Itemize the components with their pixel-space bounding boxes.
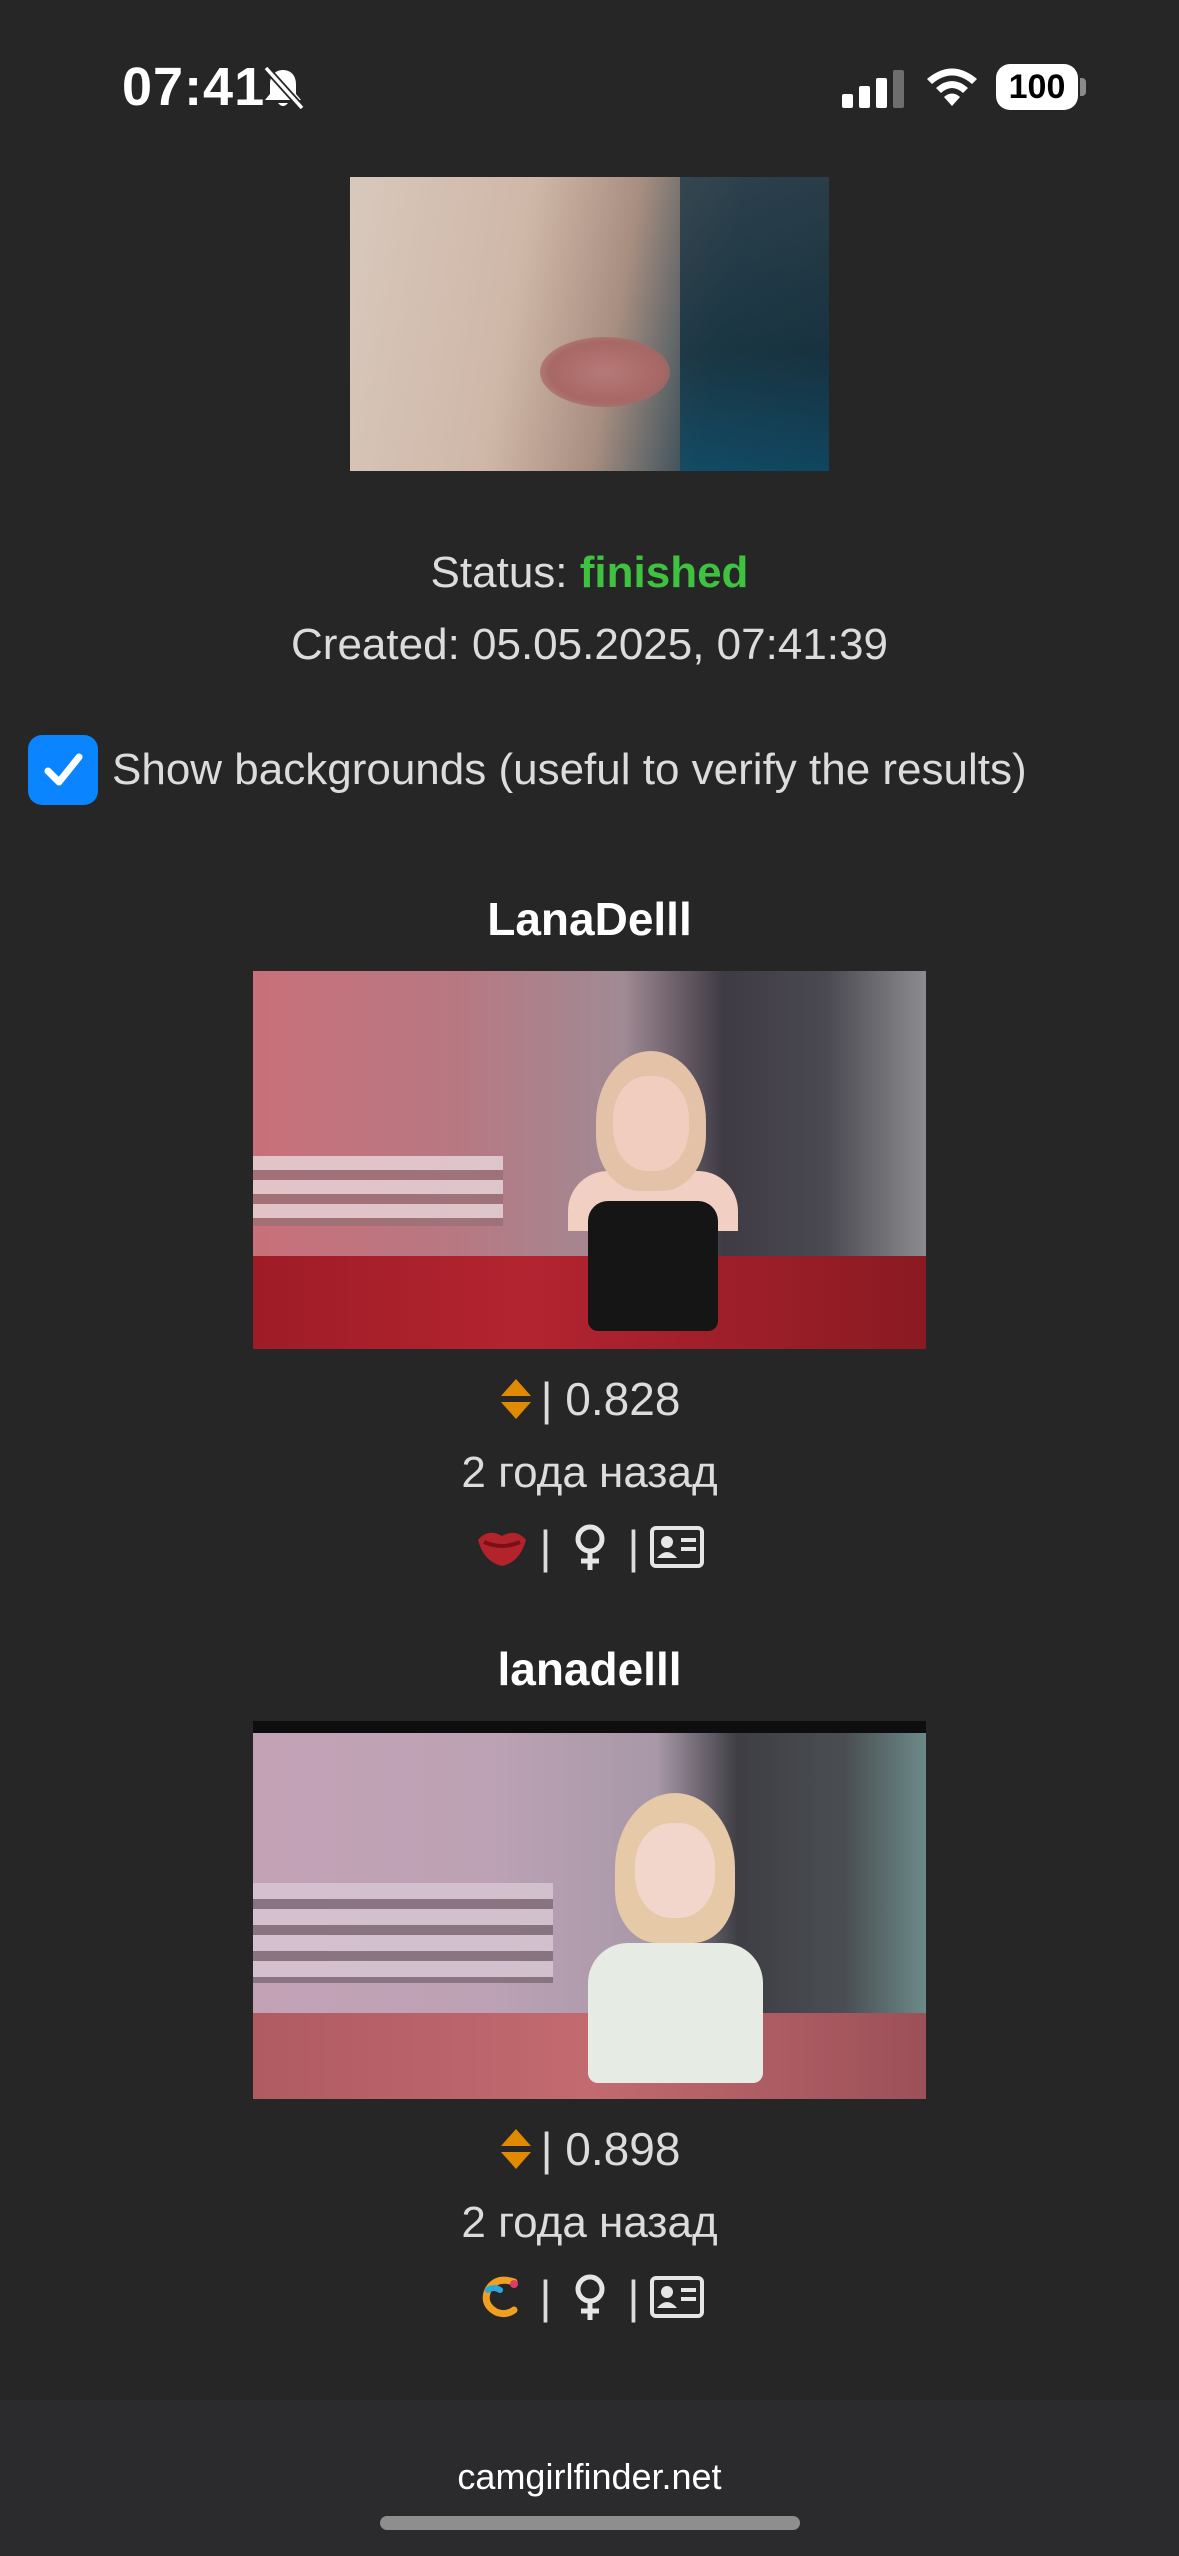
- image-face: [635, 1823, 715, 1918]
- query-face-image: [350, 177, 829, 471]
- colorful-c-logo-icon[interactable]: [474, 2272, 530, 2322]
- result-age: 2 года назад: [461, 2198, 718, 2247]
- result-image[interactable]: [253, 1721, 926, 2099]
- image-headboard: [253, 1883, 553, 1983]
- image-person: [588, 1793, 763, 2099]
- site-domain[interactable]: camgirlfinder.net: [0, 2456, 1179, 2498]
- battery-tip: [1080, 78, 1086, 96]
- image-background: [253, 1733, 926, 2099]
- separator: |: [539, 1521, 552, 1573]
- show-backgrounds-label: Show backgrounds (useful to verify the r…: [112, 745, 1027, 794]
- home-indicator[interactable]: [380, 2516, 800, 2530]
- query-image-lips: [540, 337, 670, 407]
- result-score: | 0.828: [0, 1372, 1179, 1426]
- status-time: 07:41: [122, 57, 266, 117]
- sort-icon: [500, 2129, 531, 2169]
- image-face: [613, 1076, 689, 1171]
- image-headboard: [253, 1156, 503, 1226]
- search-status: Status: finished: [0, 548, 1179, 598]
- female-symbol-icon: [575, 1524, 604, 1570]
- score-value: | 0.898: [540, 2123, 681, 2175]
- wifi-icon: [927, 68, 977, 106]
- image-person: [568, 1051, 738, 1349]
- id-card-icon[interactable]: [649, 2272, 705, 2322]
- result-icons: | |: [0, 1520, 1179, 1574]
- query-image-hair-shade: [680, 177, 829, 471]
- checkmark-icon: [44, 753, 83, 786]
- image-top: [588, 1943, 763, 2083]
- id-card-icon[interactable]: [649, 1522, 705, 1572]
- result-age: 2 года назад: [461, 1448, 718, 1497]
- status-bar: 07:41 100: [0, 0, 1179, 170]
- battery-icon: 100: [996, 64, 1078, 110]
- result-username[interactable]: lanadelll: [0, 1642, 1179, 1696]
- result-image[interactable]: [253, 971, 926, 1349]
- created-timestamp: Created: 05.05.2025, 07:41:39: [291, 620, 888, 669]
- browser-address-bar[interactable]: camgirlfinder.net: [0, 2400, 1179, 2556]
- female-symbol-icon: [575, 2274, 604, 2320]
- show-backgrounds-toggle[interactable]: Show backgrounds (useful to verify the r…: [28, 734, 1027, 806]
- result-score: | 0.898: [0, 2122, 1179, 2176]
- result-icons: | |: [0, 2270, 1179, 2324]
- score-value: | 0.828: [540, 1373, 681, 1425]
- image-top: [588, 1201, 718, 1331]
- bell-slash-icon: [263, 65, 305, 111]
- separator: |: [627, 1521, 640, 1573]
- status-value: finished: [579, 548, 749, 597]
- show-backgrounds-checkbox[interactable]: [28, 735, 98, 805]
- signal-icon: [842, 70, 904, 108]
- result-username[interactable]: LanaDelll: [0, 892, 1179, 946]
- status-label: Status:: [430, 548, 568, 597]
- sort-icon: [500, 1379, 531, 1419]
- separator: |: [539, 2271, 552, 2323]
- separator: |: [627, 2271, 640, 2323]
- red-lips-logo-icon[interactable]: [474, 1522, 530, 1572]
